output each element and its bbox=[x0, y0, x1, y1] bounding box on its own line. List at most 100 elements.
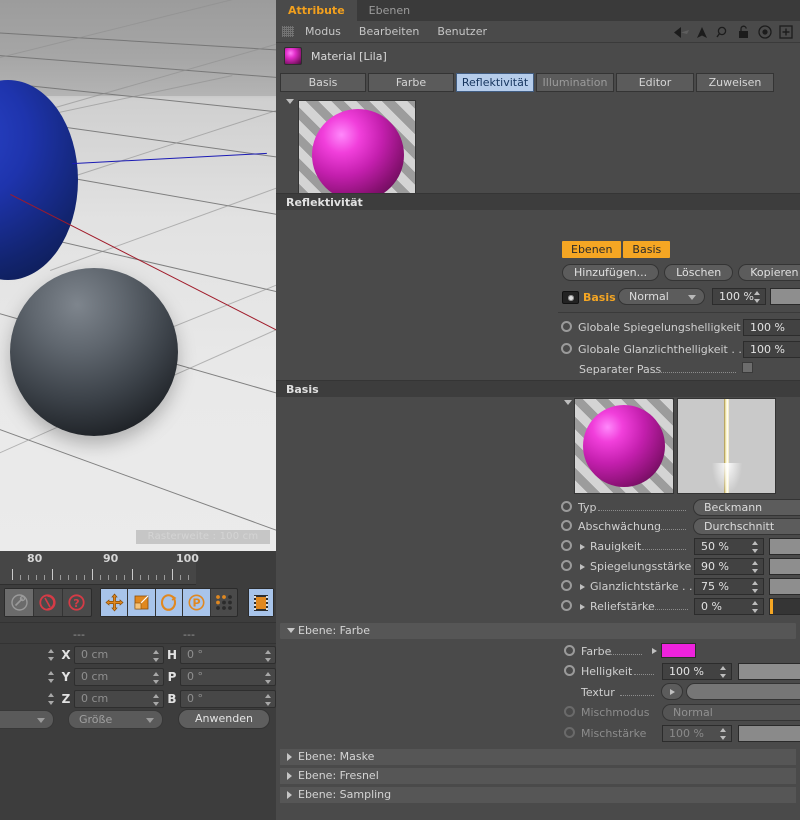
help-question-icon[interactable]: ? bbox=[63, 589, 91, 616]
tab-basis[interactable]: Basis bbox=[280, 73, 366, 92]
stepper-icon[interactable] bbox=[44, 690, 58, 708]
stepper-icon[interactable] bbox=[44, 646, 58, 664]
roughness-slider[interactable] bbox=[769, 538, 800, 555]
section-header-layer-fresnel[interactable]: Ebene: Fresnel bbox=[280, 768, 796, 784]
rotation-p-field[interactable]: 0 ° bbox=[180, 667, 276, 687]
move-tool-icon[interactable] bbox=[101, 589, 128, 616]
tab-zuweisen[interactable]: Zuweisen bbox=[696, 73, 774, 92]
rotation-h-field[interactable]: 0 ° bbox=[180, 645, 276, 665]
type-dropdown[interactable]: Beckmann bbox=[693, 499, 800, 516]
stepper-icon[interactable] bbox=[720, 666, 727, 678]
specular-strength-slider[interactable] bbox=[769, 558, 800, 575]
delete-layer-button[interactable]: Löschen bbox=[664, 264, 734, 281]
stepper-icon[interactable] bbox=[149, 691, 163, 709]
axis-dots-icon[interactable] bbox=[211, 589, 237, 616]
glossy-strength-field[interactable]: 75 % bbox=[694, 578, 764, 595]
tab-illumination[interactable]: Illumination bbox=[536, 73, 614, 92]
rotation-b-field[interactable]: 0 ° bbox=[180, 689, 276, 709]
stepper-icon[interactable] bbox=[261, 691, 275, 709]
specular-strength-field[interactable]: 90 % bbox=[694, 558, 764, 575]
parametric-icon[interactable]: P bbox=[183, 589, 210, 616]
attenuation-radio[interactable] bbox=[561, 520, 572, 531]
back-arrow-icon[interactable] bbox=[670, 21, 691, 43]
global-glossy-field[interactable]: 100 % bbox=[743, 341, 800, 358]
tab-farbe[interactable]: Farbe bbox=[368, 73, 454, 92]
menu-benutzer[interactable]: Benutzer bbox=[428, 21, 496, 43]
collapse-arrow-icon[interactable] bbox=[564, 400, 572, 405]
expand-arrow-icon[interactable] bbox=[580, 564, 585, 570]
collapse-arrow-icon[interactable] bbox=[286, 99, 294, 104]
stepper-icon[interactable] bbox=[720, 728, 727, 740]
section-header-layer-color[interactable]: Ebene: Farbe bbox=[280, 623, 796, 639]
add-layer-button[interactable]: Hinzufügen... bbox=[562, 264, 660, 281]
type-radio[interactable] bbox=[561, 501, 572, 512]
stepper-icon[interactable] bbox=[261, 669, 275, 687]
position-y-field[interactable]: 0 cm bbox=[74, 667, 164, 687]
attenuation-dropdown[interactable]: Durchschnitt bbox=[693, 518, 800, 535]
tab-reflektivitaet[interactable]: Reflektivität bbox=[456, 73, 534, 92]
stepper-icon[interactable] bbox=[149, 647, 163, 665]
timeline-ruler[interactable]: 80 90 100 bbox=[0, 551, 199, 585]
menu-modus[interactable]: Modus bbox=[296, 21, 350, 43]
blendmode-dropdown[interactable]: Normal bbox=[662, 704, 800, 721]
stepper-icon[interactable] bbox=[149, 669, 163, 687]
glossy-strength-radio[interactable] bbox=[561, 580, 572, 591]
basis-preview-thumbnail[interactable] bbox=[574, 398, 674, 494]
mode-dropdown[interactable] bbox=[0, 709, 54, 729]
brightness-slider[interactable] bbox=[738, 663, 800, 680]
blend-strength-field[interactable]: 100 % bbox=[662, 725, 732, 742]
section-header-layer-mask[interactable]: Ebene: Maske bbox=[280, 749, 796, 765]
pill-basis[interactable]: Basis bbox=[623, 241, 671, 258]
live-selection-icon[interactable] bbox=[34, 589, 62, 616]
visibility-eye-icon[interactable] bbox=[562, 290, 579, 304]
menu-bearbeiten[interactable]: Bearbeiten bbox=[350, 21, 428, 43]
stepper-icon[interactable] bbox=[261, 647, 275, 665]
layer-opacity-slider[interactable] bbox=[770, 288, 800, 305]
specular-strength-radio[interactable] bbox=[561, 560, 572, 571]
stepper-icon[interactable] bbox=[754, 291, 761, 303]
scale-tool-icon[interactable] bbox=[128, 589, 155, 616]
rotate-tool-icon[interactable] bbox=[155, 589, 183, 616]
brightness-field[interactable]: 100 % bbox=[662, 663, 732, 680]
target-icon[interactable] bbox=[754, 21, 775, 43]
stepper-icon[interactable] bbox=[752, 581, 759, 593]
global-specular-radio[interactable] bbox=[561, 321, 572, 332]
tab-editor[interactable]: Editor bbox=[616, 73, 694, 92]
layer-blendmode-dropdown[interactable]: Normal bbox=[618, 288, 705, 305]
apply-button[interactable]: Anwenden bbox=[178, 709, 270, 729]
expand-arrow-icon[interactable] bbox=[580, 584, 585, 590]
material-thumbnail-icon[interactable] bbox=[284, 47, 302, 65]
glossy-strength-slider[interactable] bbox=[769, 578, 800, 595]
separate-pass-checkbox[interactable] bbox=[742, 362, 753, 373]
position-z-field[interactable]: 0 cm bbox=[74, 689, 164, 709]
stepper-icon[interactable] bbox=[44, 668, 58, 686]
layer-opacity-field[interactable]: 100 % bbox=[712, 288, 766, 305]
viewport-sphere-grey[interactable] bbox=[10, 268, 178, 436]
expand-arrow-icon[interactable] bbox=[580, 604, 585, 610]
texture-path-field[interactable] bbox=[686, 683, 800, 700]
section-header-layer-sampling[interactable]: Ebene: Sampling bbox=[280, 787, 796, 803]
expand-arrow-icon[interactable] bbox=[652, 648, 657, 654]
undo-icon[interactable] bbox=[5, 589, 34, 616]
size-dropdown[interactable]: Größe bbox=[68, 709, 163, 729]
up-arrow-icon[interactable] bbox=[691, 21, 712, 43]
lock-icon[interactable] bbox=[733, 21, 754, 43]
bump-strength-radio[interactable] bbox=[561, 600, 572, 611]
plus-icon[interactable] bbox=[775, 21, 796, 43]
tab-ebenen[interactable]: Ebenen bbox=[356, 0, 423, 21]
global-glossy-radio[interactable] bbox=[561, 343, 572, 354]
position-x-field[interactable]: 0 cm bbox=[74, 645, 164, 665]
roughness-radio[interactable] bbox=[561, 540, 572, 551]
drag-grip-icon[interactable] bbox=[282, 26, 294, 37]
bump-strength-slider[interactable] bbox=[769, 598, 800, 615]
color-radio[interactable] bbox=[564, 645, 575, 656]
color-swatch[interactable] bbox=[661, 643, 696, 658]
tab-attribute[interactable]: Attribute bbox=[276, 0, 357, 21]
stepper-icon[interactable] bbox=[752, 601, 759, 613]
bump-strength-field[interactable]: 0 % bbox=[694, 598, 764, 615]
roughness-field[interactable]: 50 % bbox=[694, 538, 764, 555]
blend-strength-slider[interactable] bbox=[738, 725, 800, 742]
brightness-radio[interactable] bbox=[564, 665, 575, 676]
stepper-icon[interactable] bbox=[752, 561, 759, 573]
expand-arrow-icon[interactable] bbox=[580, 544, 585, 550]
